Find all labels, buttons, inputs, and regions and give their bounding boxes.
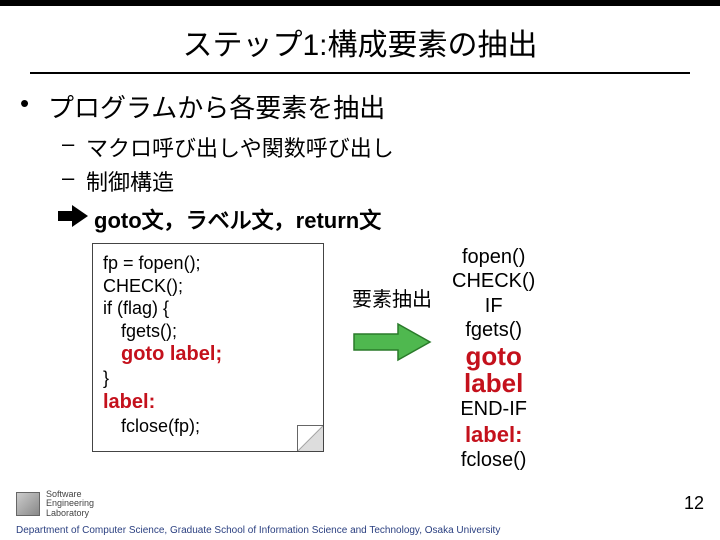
lab-logo: Software Engineering Laboratory: [16, 490, 94, 518]
code-line-4: fgets();: [103, 320, 313, 343]
result-line-6: END-IF: [452, 397, 535, 421]
bullet-main: • プログラムから各要素を抽出: [20, 88, 700, 125]
footer-affiliation: Department of Computer Science, Graduate…: [16, 525, 500, 536]
code-line-7: label:: [103, 390, 313, 415]
right-arrow-icon: [58, 205, 88, 233]
logo-line-3: Laboratory: [46, 509, 94, 518]
content-area: • プログラムから各要素を抽出 – マクロ呼び出しや関数呼び出し – 制御構造 …: [0, 88, 720, 473]
result-line-5b: label: [452, 370, 535, 397]
bullet-sub-2: – 制御構造: [62, 165, 700, 197]
bullet-dash-icon: –: [62, 165, 86, 197]
result-line-1: fopen(): [452, 245, 535, 269]
lower-row: fp = fopen(); CHECK(); if (flag) { fgets…: [20, 243, 700, 473]
flow-arrow-icon: [352, 322, 432, 362]
middle-column: 要素抽出: [324, 243, 452, 362]
slide-title: ステップ1:構成要素の抽出: [0, 20, 720, 64]
result-line-5a: goto: [452, 343, 535, 370]
emphasis-line: goto文，ラベル文，return文: [58, 203, 700, 235]
result-line-4: fgets(): [452, 318, 535, 342]
result-line-7: label:: [452, 422, 535, 449]
code-line-5: goto label;: [103, 342, 313, 367]
bullet-sub1-text: マクロ呼び出しや関数呼び出し: [86, 131, 394, 163]
bullet-dot-icon: •: [20, 88, 48, 125]
code-box: fp = fopen(); CHECK(); if (flag) { fgets…: [92, 243, 324, 452]
code-line-6: }: [103, 367, 313, 390]
bullet-dash-icon: –: [62, 131, 86, 163]
code-line-8: fclose(fp);: [103, 415, 313, 438]
logo-cube-icon: [16, 492, 40, 516]
code-line-3: if (flag) {: [103, 297, 313, 320]
extract-label: 要素抽出: [352, 283, 432, 312]
emphasis-text: goto文，ラベル文，return文: [94, 203, 381, 235]
result-line-8: fclose(): [452, 448, 535, 472]
result-column: fopen() CHECK() IF fgets() goto label EN…: [452, 243, 535, 473]
page-fold-icon: [297, 425, 323, 451]
result-line-2: CHECK(): [452, 269, 535, 293]
slide-number: 12: [684, 493, 704, 514]
top-accent-bar: [0, 0, 720, 6]
bullet-sub2-text: 制御構造: [86, 165, 174, 197]
title-underline: [30, 72, 690, 74]
bullet-main-text: プログラムから各要素を抽出: [48, 88, 385, 125]
code-line-1: fp = fopen();: [103, 252, 313, 275]
code-line-2: CHECK();: [103, 275, 313, 298]
result-line-3: IF: [452, 294, 535, 318]
bullet-sub-1: – マクロ呼び出しや関数呼び出し: [62, 131, 700, 163]
